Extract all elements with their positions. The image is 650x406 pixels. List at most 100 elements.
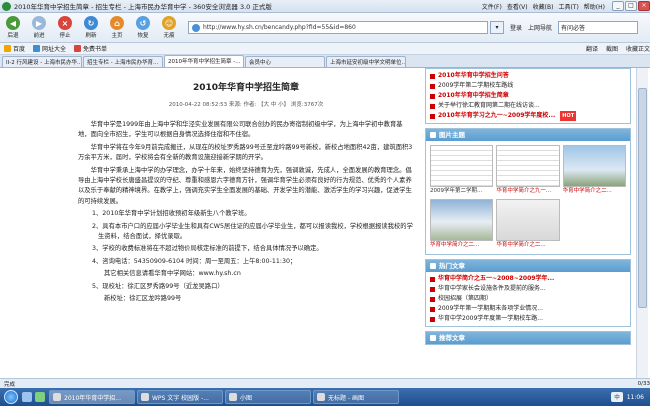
list-item[interactable]: 华育中学家长会设施条件及提前的服务... (430, 284, 626, 294)
window-title: 2010年华育中学招生简章 - 招生专栏 - 上海市民办华育中学 - 360安全… (14, 3, 272, 11)
ime-indicator[interactable]: 中 (611, 392, 623, 402)
list-item-text: 华育中学家长会设施条件及提前的服务... (438, 285, 546, 292)
restore-label: 恢复 (137, 33, 149, 39)
tab-integrity[interactable]: II-2 行风建设 - 上海市民办华... (2, 56, 82, 67)
thumbnail-image[interactable] (430, 199, 494, 241)
system-tray: 中 11:06 (611, 392, 650, 402)
bullet-icon (430, 113, 435, 119)
fav-free-books-label: 免费书单 (83, 46, 108, 53)
web-icon (33, 45, 41, 52)
task-list: 2010年华育中学招... WPS 文字 校园版 -... 小图 无标题 - 画图 (49, 390, 401, 404)
sidebar: 2010年华育中学招生问答 2009学年第二学期校车路线 2010年华育中学招生简章… (425, 68, 631, 378)
list-item[interactable]: 校园招展（第四期） (430, 294, 626, 304)
status-text: 完成 (4, 381, 16, 388)
gallery-item[interactable]: 华育中学简介之九一... (496, 145, 560, 196)
thumbnail-caption[interactable]: 华育中学简介之二... (563, 187, 626, 196)
tab-yanan-school[interactable]: 上海市延安初级中学文明单位... (326, 56, 406, 67)
list-item[interactable]: 2010年华育中学招生简章 (430, 91, 626, 101)
thumbnail-image[interactable] (496, 145, 560, 187)
taskbar-item[interactable]: WPS 文字 校园版 -... (137, 390, 223, 404)
gallery-item[interactable]: 华育中学简介之二... (562, 145, 626, 196)
fav-baidu[interactable]: 百度 (4, 44, 25, 53)
home-icon: ⌂ (110, 16, 124, 30)
thumbnail-image[interactable] (430, 145, 494, 187)
taskbar-item[interactable]: 2010年华育中学招... (49, 390, 135, 404)
stop-button[interactable]: × 停止 (52, 14, 78, 42)
bullet-icon (430, 93, 435, 99)
left-margin (0, 68, 70, 378)
thumbnail-caption[interactable]: 华育中学简介之二... (430, 241, 493, 250)
translate-button[interactable]: 翻译 (586, 44, 598, 53)
forward-label: 前进 (33, 33, 45, 39)
refresh-button[interactable]: ↻ 刷新 (78, 14, 104, 42)
back-button[interactable]: ◀ 后退 (0, 14, 26, 42)
gallery-item[interactable]: 2009学年第二学期... (430, 145, 494, 196)
thumbnail-caption[interactable]: 2009学年第二学期... (430, 187, 493, 196)
screenshot-button[interactable]: 截图 (606, 44, 618, 53)
article-body: 华育中学是1999年由上海中学和华泾实业发展有限公司联合创办的民办寄宿制初级中学… (78, 120, 414, 305)
scrollbar-thumb[interactable] (638, 88, 647, 308)
gallery-item[interactable]: 华育中学简介之二... (496, 199, 560, 250)
login-button[interactable]: 登录 (510, 23, 522, 32)
close-button[interactable]: × (638, 1, 650, 11)
menu-view[interactable]: 查看(V) (507, 2, 528, 11)
quick-launch (22, 392, 45, 402)
bullet-icon (430, 103, 435, 109)
restore-button[interactable]: ↺ 恢复 (130, 14, 156, 42)
fav-baidu-label: 百度 (13, 46, 26, 53)
address-bar[interactable]: http://www.hy.sh.cn/bencandy.php?fid=55&… (188, 21, 488, 34)
back-arrow-icon: ◀ (6, 16, 20, 30)
restore-icon: ↺ (136, 16, 150, 30)
menu-file[interactable]: 文件(F) (482, 2, 502, 11)
taskbar-item[interactable]: 无标题 - 画图 (313, 390, 399, 404)
hot-header: 热门文章 (426, 260, 630, 272)
list-item-text: 2009学年第二学期校车路线 (438, 82, 514, 89)
taskbar-item[interactable]: 小图 (225, 390, 311, 404)
gallery-grid: 2009学年第二学期... 华育中学简介之九一... 华育中学简介之二... 华育中学… (426, 141, 630, 254)
minimize-button[interactable]: _ (612, 1, 624, 11)
fav-free-books[interactable]: 免费书单 (74, 44, 107, 53)
start-button[interactable] (0, 388, 22, 406)
no-trace-button[interactable]: ☺ 无痕 (156, 14, 182, 42)
save-article-button[interactable]: 收藏正文 (626, 44, 650, 53)
list-item[interactable]: 2010年华育学习之九一~2009学年度校... HOT (430, 111, 626, 121)
tab-admission-guide[interactable]: 2010年华育中学招生简章 -... (164, 55, 244, 67)
book-icon (74, 45, 82, 52)
maximize-button[interactable]: □ (625, 1, 637, 11)
home-label: 主页 (111, 33, 123, 39)
list-item[interactable]: 2010年华育中学招生问答 (430, 71, 626, 81)
menu-tools[interactable]: 工具(T) (558, 2, 578, 11)
menu-favorites[interactable]: 收藏(B) (533, 2, 554, 11)
stop-icon: × (58, 16, 72, 30)
list-item[interactable]: 2009学年第一学期期末各项学业情况... (430, 304, 626, 314)
fav-url-list[interactable]: 网址大全 (33, 44, 66, 53)
thumbnail-image[interactable] (496, 199, 560, 241)
vertical-scrollbar[interactable] (636, 68, 648, 378)
list-item: 3、学校的收费标准将在不超过物价局核定标准的前提下，结合具体情况予以确定。 (92, 245, 323, 253)
list-item[interactable]: 华育中学2009学年度第一学期校车路... (430, 314, 626, 324)
thumbnail-caption[interactable]: 华育中学简介之二... (496, 241, 559, 250)
title-bar: 2010年华育中学招生简章 - 招生专栏 - 上海市民办华育中学 - 360安全… (0, 0, 650, 13)
back-label: 后退 (7, 33, 19, 39)
recommend-header: 推荐文章 (426, 332, 630, 344)
navigation-button[interactable]: 上网导航 (528, 23, 552, 32)
tab-member-center[interactable]: 会员中心 (245, 56, 325, 67)
menu-help[interactable]: 帮助(H) (584, 2, 605, 11)
fire-icon (430, 263, 436, 269)
list-item-text: 华育中学简介之五一~2008~2009学年... (438, 275, 555, 282)
home-button[interactable]: ⌂ 主页 (104, 14, 130, 42)
tab-admissions[interactable]: 招生专栏 - 上海市民办华育... (83, 56, 163, 67)
taskbar-item-label: 2010年华育中学招... (64, 394, 121, 402)
address-dropdown-button[interactable]: ▾ (490, 21, 504, 34)
thumbnail-image[interactable] (562, 145, 626, 187)
hot-list: 华育中学简介之五一~2008~2009学年... 华育中学家长会设施条件及提前的服… (426, 272, 630, 326)
forward-button[interactable]: ▶ 前进 (26, 14, 52, 42)
gallery-item[interactable]: 华育中学简介之二... (430, 199, 494, 250)
list-item[interactable]: 华育中学简介之五一~2008~2009学年... (430, 274, 626, 284)
show-desktop-icon[interactable] (22, 392, 32, 402)
browser-icon[interactable] (35, 392, 45, 402)
search-input[interactable]: 有问必答 (558, 21, 639, 34)
list-item[interactable]: 2009学年第二学期校车路线 (430, 81, 626, 91)
list-item[interactable]: 关于举行徐汇教育网第二期在线访谈... (430, 101, 626, 111)
thumbnail-caption[interactable]: 华育中学简介之九一... (496, 187, 559, 196)
